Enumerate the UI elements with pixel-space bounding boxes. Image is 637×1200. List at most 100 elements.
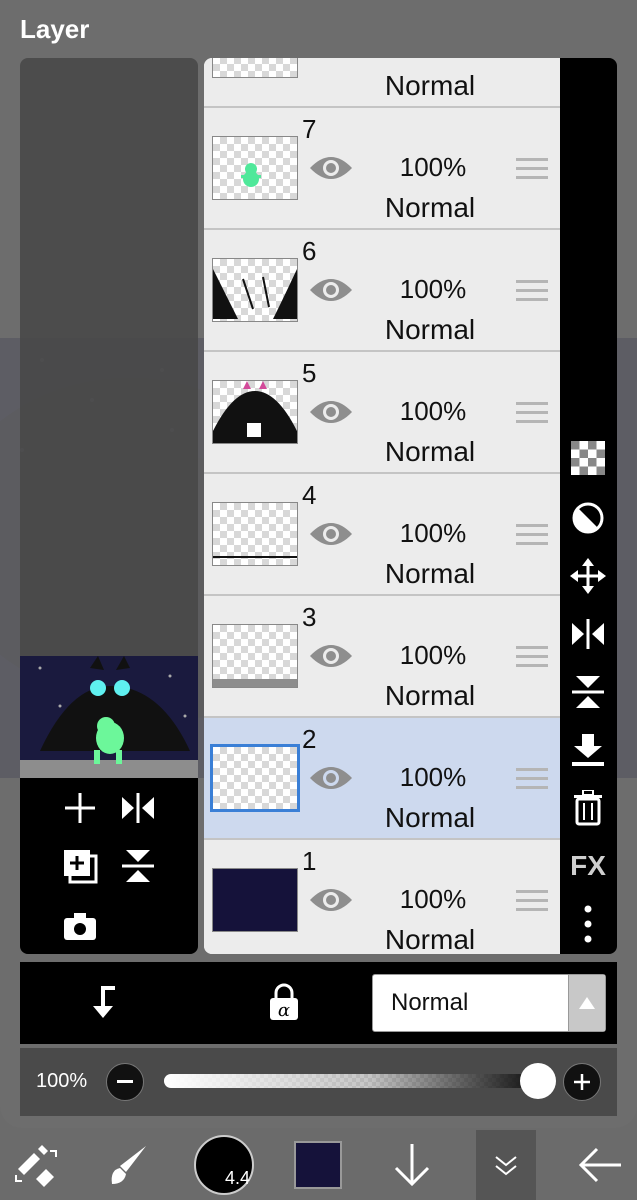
half-circle-icon bbox=[572, 502, 604, 534]
drag-handle[interactable] bbox=[516, 158, 548, 185]
opacity-bar: 100% bbox=[20, 1048, 617, 1116]
move-button[interactable] bbox=[568, 556, 608, 596]
flip-vertical-icon bbox=[572, 676, 604, 708]
brush-eraser-swap-icon bbox=[15, 1145, 57, 1187]
canvas-thumbnail[interactable] bbox=[20, 656, 198, 778]
arrow-down-icon bbox=[394, 1144, 430, 1187]
move-arrows-icon bbox=[570, 558, 606, 594]
opacity-slider-thumb[interactable] bbox=[520, 1063, 556, 1099]
transparency-button[interactable] bbox=[568, 438, 608, 478]
clip-to-below-button[interactable] bbox=[88, 982, 128, 1022]
panel-title: Layer bbox=[20, 14, 90, 44]
layer-panel: Layer Normal 7 100% Normal 6 100% Normal… bbox=[0, 0, 637, 1128]
layer-row[interactable]: 5 100% Normal bbox=[204, 352, 560, 474]
flip-horizontal-icon bbox=[572, 619, 604, 649]
drag-handle[interactable] bbox=[516, 890, 548, 917]
plus-icon bbox=[65, 793, 95, 823]
drag-handle[interactable] bbox=[516, 768, 548, 795]
fx-button[interactable]: FX bbox=[568, 846, 608, 886]
camera-button[interactable] bbox=[60, 906, 100, 946]
eye-icon bbox=[310, 401, 352, 423]
tool-switch-button[interactable] bbox=[10, 1130, 60, 1200]
layer-opacity: 100% bbox=[399, 884, 467, 914]
flip-horizontal-side-button[interactable] bbox=[568, 614, 608, 654]
opacity-slider[interactable] bbox=[164, 1074, 536, 1088]
layer-row-selected[interactable]: 2 100% Normal bbox=[204, 718, 560, 840]
layer-opacity: 100% bbox=[399, 640, 467, 670]
layer-blend-mode: Normal bbox=[384, 436, 476, 467]
layers-collapse-button[interactable] bbox=[476, 1130, 536, 1200]
merge-down-button[interactable] bbox=[568, 730, 608, 770]
layer-opacity: 100% bbox=[399, 762, 467, 792]
visibility-toggle[interactable] bbox=[308, 396, 354, 433]
alpha-lock-button[interactable]: α bbox=[264, 982, 304, 1022]
arrow-left-icon bbox=[578, 1147, 621, 1183]
alpha-lock-icon: α bbox=[270, 983, 298, 1021]
drag-handle[interactable] bbox=[516, 402, 548, 429]
visibility-toggle[interactable] bbox=[308, 518, 354, 555]
brush-button[interactable] bbox=[104, 1130, 154, 1200]
blend-mode-bar: α Normal bbox=[20, 962, 617, 1044]
layer-row[interactable]: 3 100% Normal bbox=[204, 596, 560, 718]
back-button[interactable] bbox=[574, 1130, 626, 1200]
layer-row[interactable]: 7 100% Normal bbox=[204, 108, 560, 230]
delete-layer-button[interactable] bbox=[568, 788, 608, 828]
bottom-toolbar: 4.4 bbox=[0, 1130, 637, 1200]
color-swatch-button[interactable] bbox=[292, 1130, 344, 1200]
more-options-button[interactable] bbox=[568, 904, 608, 944]
eye-icon bbox=[310, 279, 352, 301]
layer-blend-mode: Normal bbox=[384, 558, 476, 589]
visibility-toggle[interactable] bbox=[308, 884, 354, 921]
layer-row[interactable]: Normal bbox=[204, 58, 560, 108]
layer-number: 1 bbox=[302, 846, 317, 876]
flip-vertical-side-button[interactable] bbox=[568, 672, 608, 712]
add-layer-button[interactable] bbox=[60, 788, 100, 828]
drag-handle[interactable] bbox=[516, 646, 548, 673]
flip-vertical-icon bbox=[122, 850, 154, 882]
duplicate-layer-button[interactable] bbox=[60, 846, 100, 886]
visibility-toggle[interactable] bbox=[308, 762, 354, 799]
layer-side-toolbar: FX bbox=[560, 58, 617, 954]
canvas-preview-column bbox=[20, 58, 198, 954]
trash-icon bbox=[574, 790, 602, 826]
brush-icon bbox=[111, 1146, 146, 1184]
chevron-double-down-icon bbox=[495, 1156, 517, 1176]
opacity-increase-button[interactable] bbox=[563, 1063, 601, 1101]
duplicate-icon bbox=[64, 850, 98, 884]
visibility-toggle[interactable] bbox=[308, 152, 354, 189]
layer-number: 7 bbox=[302, 114, 317, 144]
svg-text:α: α bbox=[278, 1000, 290, 1021]
clip-arrow-icon bbox=[93, 986, 115, 1018]
layer-opacity: 100% bbox=[399, 396, 467, 426]
layer-blend-mode: Normal bbox=[384, 314, 476, 345]
download-button[interactable] bbox=[386, 1130, 438, 1200]
eye-icon bbox=[310, 157, 352, 179]
layer-actions bbox=[20, 778, 198, 954]
layer-number: 6 bbox=[302, 236, 317, 266]
layer-opacity: 100% bbox=[399, 152, 467, 182]
flip-horizontal-button[interactable] bbox=[118, 788, 158, 828]
layer-thumbnail bbox=[210, 744, 300, 812]
drag-handle[interactable] bbox=[516, 280, 548, 307]
visibility-toggle[interactable] bbox=[308, 274, 354, 311]
blend-mode-select[interactable]: Normal bbox=[372, 974, 606, 1032]
layer-row[interactable]: 1 100% Normal bbox=[204, 840, 560, 954]
clipping-button[interactable] bbox=[568, 498, 608, 538]
eye-icon bbox=[310, 767, 352, 789]
layer-row[interactable]: 6 100% Normal bbox=[204, 230, 560, 352]
layer-list: Normal 7 100% Normal 6 100% Normal 5 100… bbox=[204, 58, 560, 954]
eye-icon bbox=[310, 523, 352, 545]
camera-icon bbox=[64, 913, 96, 940]
layer-blend-mode: Normal bbox=[384, 802, 476, 833]
layer-blend-mode: Normal bbox=[384, 70, 476, 101]
layer-thumbnail bbox=[212, 58, 298, 78]
brush-size-button[interactable]: 4.4 bbox=[194, 1130, 254, 1200]
blend-mode-value: Normal bbox=[391, 989, 469, 1016]
flip-vertical-button[interactable] bbox=[118, 846, 158, 886]
layer-thumbnail bbox=[212, 136, 298, 200]
drag-handle[interactable] bbox=[516, 524, 548, 551]
layer-row[interactable]: 4 100% Normal bbox=[204, 474, 560, 596]
visibility-toggle[interactable] bbox=[308, 640, 354, 677]
opacity-decrease-button[interactable] bbox=[106, 1063, 144, 1101]
minus-icon bbox=[117, 1080, 133, 1083]
